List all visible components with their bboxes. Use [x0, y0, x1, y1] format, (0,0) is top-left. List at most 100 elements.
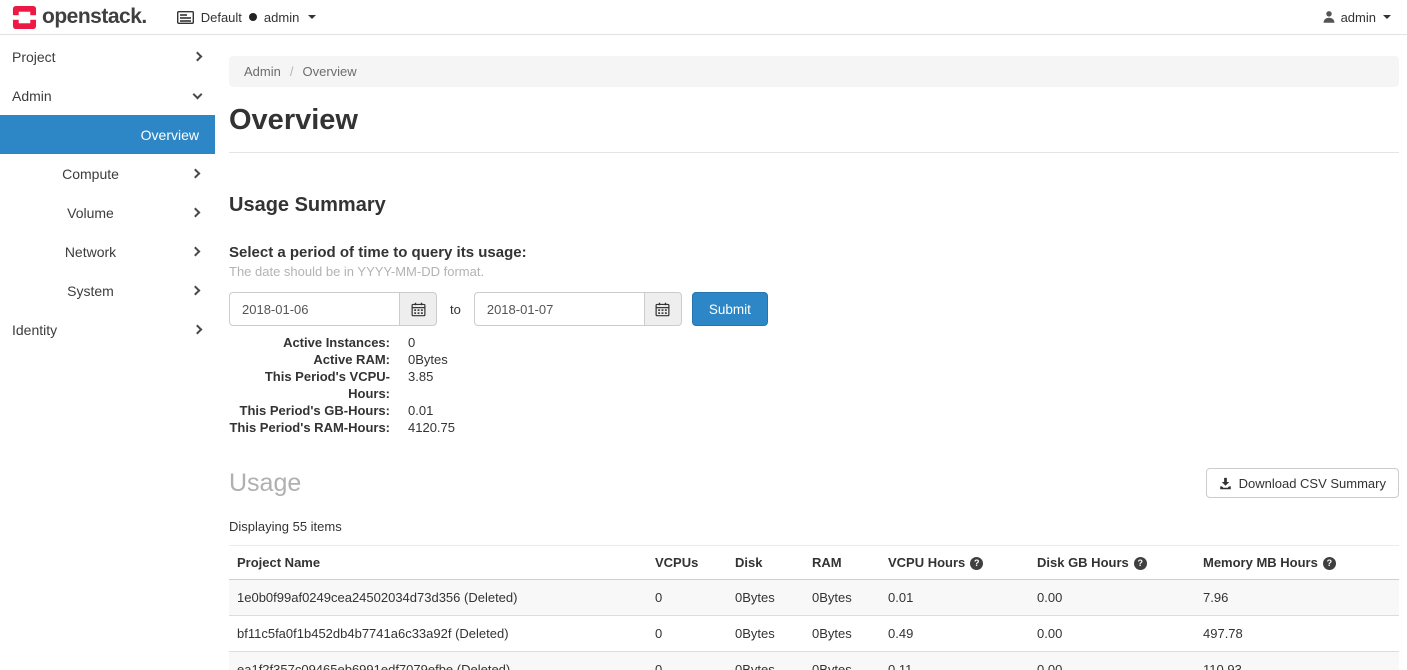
value-cell: 0Bytes	[727, 580, 804, 616]
value-cell: 0	[647, 580, 727, 616]
value-cell: 0.00	[1029, 580, 1195, 616]
help-icon[interactable]: ?	[1323, 557, 1336, 570]
dot-separator-icon	[249, 13, 257, 21]
help-icon[interactable]: ?	[970, 557, 983, 570]
help-icon[interactable]: ?	[1134, 557, 1147, 570]
chevron-right-icon	[191, 286, 201, 296]
column-header-label: VCPUs	[655, 555, 698, 570]
chevron-right-icon	[191, 208, 201, 218]
table-row: bf11c5fa0f1b452db4b7741a6c33a92f (Delete…	[229, 616, 1399, 652]
value-cell: 0Bytes	[804, 616, 880, 652]
context-switcher[interactable]: Default admin	[177, 10, 317, 25]
value-cell: 0	[647, 652, 727, 670]
usage-summary-heading: Usage Summary	[229, 194, 1399, 217]
download-csv-label: Download CSV Summary	[1239, 476, 1386, 491]
stat-value: 3.85	[408, 368, 433, 402]
value-cell: 7.96	[1195, 580, 1399, 616]
stat-value: 0.01	[408, 402, 433, 419]
date-range-prompt: Select a period of time to query its usa…	[229, 244, 1399, 261]
sidebar-item-admin[interactable]: Admin	[0, 76, 215, 115]
item-count: Displaying 55 items	[229, 519, 1399, 534]
chevron-right-icon	[193, 52, 203, 62]
stat-active-instances: Active Instances: 0	[229, 334, 1399, 351]
column-header-label: Disk	[735, 555, 762, 570]
stat-label: Active RAM:	[229, 351, 390, 368]
sidebar-item-label: Overview	[141, 127, 199, 143]
value-cell: 0.00	[1029, 652, 1195, 670]
table-row: 1e0b0f99af0249cea24502034d73d356 (Delete…	[229, 580, 1399, 616]
stat-value: 4120.75	[408, 419, 455, 436]
context-project-label: admin	[264, 10, 299, 25]
value-cell: 0Bytes	[727, 652, 804, 670]
breadcrumb-item-overview: Overview	[302, 64, 356, 79]
caret-down-icon	[1383, 15, 1391, 19]
column-header: RAM	[804, 546, 880, 580]
stat-gb-hours: This Period's GB-Hours: 0.01	[229, 402, 1399, 419]
stat-value: 0Bytes	[408, 351, 448, 368]
sidebar-item-identity[interactable]: Identity	[0, 310, 215, 349]
submit-button[interactable]: Submit	[692, 292, 768, 326]
usage-table: Project NameVCPUsDiskRAMVCPU Hours?Disk …	[229, 545, 1399, 670]
value-cell: 0Bytes	[727, 616, 804, 652]
sidebar-item-project[interactable]: Project	[0, 37, 215, 76]
sidebar-item-network[interactable]: Network	[0, 232, 215, 271]
chevron-right-icon	[193, 325, 203, 335]
sidebar-item-volume[interactable]: Volume	[0, 193, 215, 232]
column-header: Disk GB Hours?	[1029, 546, 1195, 580]
sidebar-item-label: Identity	[12, 322, 57, 338]
value-cell: 110.93	[1195, 652, 1399, 670]
sidebar-item-system[interactable]: System	[0, 271, 215, 310]
user-menu-label: admin	[1341, 10, 1376, 25]
breadcrumb-item-admin[interactable]: Admin	[244, 64, 281, 79]
calendar-icon	[411, 302, 426, 317]
download-csv-button[interactable]: Download CSV Summary	[1206, 468, 1399, 498]
calendar-addon-button[interactable]	[400, 292, 437, 326]
top-navbar: openstack. Default admin admin	[0, 0, 1407, 35]
date-to-group	[474, 292, 682, 326]
column-header: Project Name	[229, 546, 647, 580]
breadcrumb: Admin / Overview	[229, 56, 1399, 87]
date-from-group	[229, 292, 437, 326]
user-menu[interactable]: admin	[1322, 10, 1395, 25]
stat-label: This Period's GB-Hours:	[229, 402, 390, 419]
stat-active-ram: Active RAM: 0Bytes	[229, 351, 1399, 368]
user-icon	[1322, 10, 1336, 24]
column-header: VCPU Hours?	[880, 546, 1029, 580]
stat-vcpu-hours: This Period's VCPU-Hours: 3.85	[229, 368, 1399, 402]
chevron-down-icon	[193, 89, 203, 99]
value-cell: 0.49	[880, 616, 1029, 652]
date-from-input[interactable]	[229, 292, 400, 326]
table-header-row: Project NameVCPUsDiskRAMVCPU Hours?Disk …	[229, 546, 1399, 580]
brand[interactable]: openstack.	[12, 5, 147, 30]
usage-stats: Active Instances: 0 Active RAM: 0Bytes T…	[229, 334, 1399, 436]
chevron-right-icon	[191, 169, 201, 179]
page-title: Overview	[229, 104, 1399, 137]
project-name-cell: bf11c5fa0f1b452db4b7741a6c33a92f (Delete…	[229, 616, 647, 652]
value-cell: 0Bytes	[804, 652, 880, 670]
column-header-label: Disk GB Hours	[1037, 555, 1129, 570]
date-to-input[interactable]	[474, 292, 645, 326]
date-range-form: to Submit	[229, 292, 1399, 326]
calendar-addon-button[interactable]	[645, 292, 682, 326]
context-domain-label: Default	[201, 10, 242, 25]
sidebar-item-compute[interactable]: Compute	[0, 154, 215, 193]
date-format-hint: The date should be in YYYY-MM-DD format.	[229, 264, 1399, 279]
sidebar-item-overview[interactable]: Overview	[0, 115, 215, 154]
table-row: ea1f2f357c09465eb6991edf7079efbe (Delete…	[229, 652, 1399, 670]
value-cell: 0.00	[1029, 616, 1195, 652]
stat-value: 0	[408, 334, 415, 351]
sidebar-item-label: Network	[65, 244, 116, 260]
calendar-icon	[655, 302, 670, 317]
value-cell: 0.11	[880, 652, 1029, 670]
value-cell: 0	[647, 616, 727, 652]
chevron-right-icon	[191, 247, 201, 257]
column-header: Disk	[727, 546, 804, 580]
title-divider	[229, 152, 1399, 153]
sidebar-item-label: Admin	[12, 88, 52, 104]
project-name-cell: 1e0b0f99af0249cea24502034d73d356 (Delete…	[229, 580, 647, 616]
stat-label: This Period's RAM-Hours:	[229, 419, 390, 436]
caret-down-icon	[308, 15, 316, 19]
main-content: Admin / Overview Overview Usage Summary …	[229, 35, 1407, 670]
value-cell: 0.01	[880, 580, 1029, 616]
sidebar-item-label: Compute	[62, 166, 119, 182]
